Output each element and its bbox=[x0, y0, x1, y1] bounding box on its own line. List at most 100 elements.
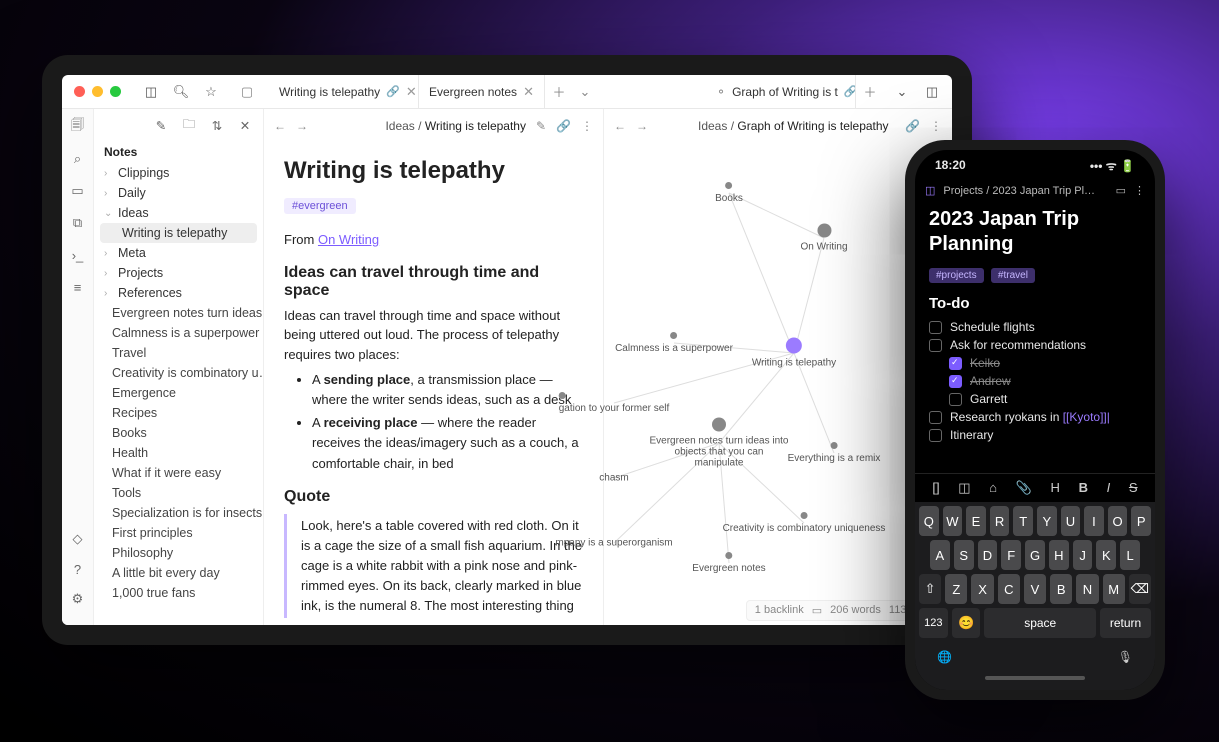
mic-icon[interactable]: 🎙 bbox=[1118, 650, 1133, 664]
graph-node[interactable]: Everything is a remix bbox=[788, 442, 881, 464]
note-item[interactable]: Philosophy bbox=[94, 543, 263, 563]
key[interactable]: W bbox=[943, 506, 963, 536]
back-icon[interactable]: ← bbox=[614, 119, 626, 133]
calendar-icon[interactable]: ▭ bbox=[70, 183, 86, 199]
folder-clippings[interactable]: ›Clippings bbox=[94, 163, 263, 183]
settings-icon[interactable]: ⚙ bbox=[70, 591, 86, 607]
key[interactable]: H bbox=[1049, 540, 1069, 570]
edit-icon[interactable]: ✎ bbox=[536, 119, 546, 133]
graph-node-current[interactable]: Writing is telepathy bbox=[752, 338, 836, 369]
backspace-key[interactable]: ⌫ bbox=[1129, 574, 1151, 604]
todo-item[interactable]: Schedule flights bbox=[929, 318, 1141, 336]
close-icon[interactable]: ✕ bbox=[406, 84, 417, 100]
panel-icon[interactable]: ▢ bbox=[239, 84, 255, 100]
strike-button[interactable]: S bbox=[1129, 480, 1138, 496]
phone-document[interactable]: 2023 Japan Trip Planning #projects #trav… bbox=[915, 201, 1155, 473]
checkbox[interactable] bbox=[929, 339, 942, 352]
key[interactable]: Y bbox=[1037, 506, 1057, 536]
numbers-key[interactable]: 123 bbox=[919, 608, 948, 638]
todo-item[interactable]: Andrew bbox=[929, 372, 1141, 390]
close-icon[interactable]: ✕ bbox=[523, 84, 534, 100]
link-icon[interactable]: 🔗 bbox=[556, 119, 571, 133]
list-icon[interactable]: ≡ bbox=[70, 279, 86, 295]
key[interactable]: K bbox=[1096, 540, 1116, 570]
key[interactable]: M bbox=[1103, 574, 1125, 604]
key[interactable]: Q bbox=[919, 506, 939, 536]
tab-dropdown-icon[interactable]: ⌄ bbox=[894, 84, 910, 100]
checkbox-checked[interactable] bbox=[949, 357, 962, 370]
globe-icon[interactable]: 🌐 bbox=[937, 650, 952, 664]
new-tab-button[interactable]: ＋ bbox=[856, 75, 884, 108]
tab-graph[interactable]: ⚬ Graph of Writing is t 🔗 ✕ bbox=[706, 75, 856, 108]
forward-icon[interactable]: → bbox=[636, 119, 648, 133]
todo-item[interactable]: Ask for recommendations bbox=[929, 336, 1141, 354]
note-item[interactable]: What if it were easy bbox=[94, 463, 263, 483]
breadcrumb[interactable]: Ideas / Writing is telepathy bbox=[318, 119, 526, 133]
heading-button[interactable]: H bbox=[1051, 480, 1060, 496]
tag-icon[interactable]: ⌂ bbox=[989, 480, 997, 496]
new-folder-icon[interactable]: 🗀 bbox=[181, 117, 197, 133]
key[interactable]: F bbox=[1001, 540, 1021, 570]
document-body[interactable]: Writing is telepathy #evergreen From On … bbox=[264, 143, 603, 624]
home-indicator[interactable] bbox=[985, 676, 1085, 680]
checkbox[interactable] bbox=[929, 411, 942, 424]
todo-item[interactable]: Itinerary bbox=[929, 426, 1141, 444]
link-on-writing[interactable]: On Writing bbox=[318, 232, 379, 247]
graph-node[interactable]: Evergreen notes turn ideas into objects … bbox=[649, 418, 789, 469]
files-icon[interactable]: 🗐 bbox=[70, 119, 86, 135]
tab-dropdown-icon[interactable]: ⌄ bbox=[573, 75, 597, 108]
key[interactable]: O bbox=[1108, 506, 1128, 536]
todo-item[interactable]: Garrett bbox=[929, 390, 1141, 408]
key[interactable]: S bbox=[954, 540, 974, 570]
key[interactable]: A bbox=[930, 540, 950, 570]
folder-ideas[interactable]: ⌄Ideas bbox=[94, 203, 263, 223]
graph-node[interactable]: On Writing bbox=[800, 224, 847, 253]
sort-icon[interactable]: ⇅ bbox=[209, 117, 225, 133]
minimize-window-button[interactable] bbox=[92, 86, 103, 97]
help-icon[interactable]: ? bbox=[70, 561, 86, 577]
checkbox[interactable] bbox=[929, 429, 942, 442]
folder-meta[interactable]: ›Meta bbox=[94, 243, 263, 263]
new-tab-button[interactable]: ＋ bbox=[545, 75, 573, 108]
graph-node[interactable]: chasm bbox=[599, 473, 628, 484]
note-item[interactable]: Calmness is a superpower bbox=[94, 323, 263, 343]
folder-projects[interactable]: ›Projects bbox=[94, 263, 263, 283]
graph-node[interactable]: Creativity is combinatory uniqueness bbox=[723, 512, 886, 534]
key[interactable]: G bbox=[1025, 540, 1045, 570]
key[interactable]: I bbox=[1084, 506, 1104, 536]
note-writing-telepathy[interactable]: Writing is telepathy bbox=[100, 223, 257, 243]
key[interactable]: C bbox=[998, 574, 1020, 604]
key[interactable]: L bbox=[1120, 540, 1140, 570]
note-item[interactable]: Creativity is combinatory u… bbox=[94, 363, 263, 383]
note-item[interactable]: Travel bbox=[94, 343, 263, 363]
new-note-icon[interactable]: ✎ bbox=[153, 117, 169, 133]
brackets-icon[interactable]: [] bbox=[932, 480, 939, 496]
graph-node[interactable]: gation to your former self bbox=[559, 392, 670, 414]
star-icon[interactable]: ☆ bbox=[203, 84, 219, 100]
tag-travel[interactable]: #travel bbox=[991, 268, 1035, 283]
tab-evergreen-notes[interactable]: Evergreen notes ✕ bbox=[419, 75, 545, 108]
key[interactable]: B bbox=[1050, 574, 1072, 604]
collapse-icon[interactable]: ✕ bbox=[237, 117, 253, 133]
key[interactable]: U bbox=[1061, 506, 1081, 536]
key[interactable]: D bbox=[978, 540, 998, 570]
sidebar-icon[interactable]: ◫ bbox=[925, 184, 935, 197]
wikilink-kyoto[interactable]: [[Kyoto]] bbox=[1063, 410, 1107, 424]
back-icon[interactable]: ← bbox=[274, 119, 286, 133]
folder-references[interactable]: ›References bbox=[94, 283, 263, 303]
note-item[interactable]: Tools bbox=[94, 483, 263, 503]
graph-node[interactable]: Calmness is a superpower bbox=[615, 332, 733, 354]
forward-icon[interactable]: → bbox=[296, 119, 308, 133]
key[interactable]: R bbox=[990, 506, 1010, 536]
note-item[interactable]: Specialization is for insects bbox=[94, 503, 263, 523]
todo-item[interactable]: Research ryokans in [[Kyoto]]| bbox=[929, 408, 1141, 426]
key[interactable]: N bbox=[1076, 574, 1098, 604]
file-icon[interactable]: ◫ bbox=[958, 480, 970, 496]
close-window-button[interactable] bbox=[74, 86, 85, 97]
more-icon[interactable]: ⋮ bbox=[581, 119, 593, 133]
tab-writing-telepathy[interactable]: Writing is telepathy 🔗 ✕ bbox=[269, 75, 419, 108]
tag-evergreen[interactable]: #evergreen bbox=[284, 198, 356, 214]
shift-key[interactable]: ⇧ bbox=[919, 574, 941, 604]
folder-daily[interactable]: ›Daily bbox=[94, 183, 263, 203]
maximize-window-button[interactable] bbox=[110, 86, 121, 97]
